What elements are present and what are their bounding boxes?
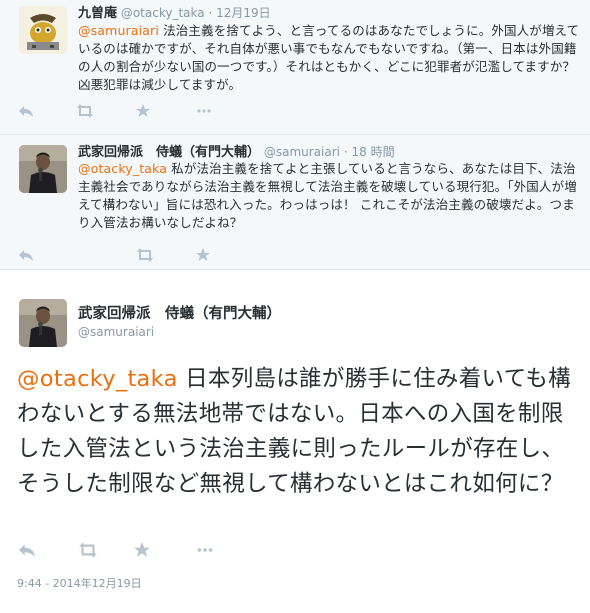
reply-icon[interactable] bbox=[18, 542, 36, 562]
username[interactable]: @samuraiari bbox=[78, 325, 154, 339]
display-name[interactable]: 武家回帰派 侍蟻（有門大輔） bbox=[78, 145, 260, 160]
reply-icon[interactable] bbox=[18, 247, 34, 266]
username[interactable]: @otacky_taka bbox=[121, 6, 205, 20]
display-name[interactable]: 九曽庵 bbox=[78, 6, 117, 21]
retweet-icon[interactable] bbox=[134, 247, 156, 266]
more-icon[interactable] bbox=[196, 542, 214, 562]
tweet-actions bbox=[0, 542, 260, 564]
retweet-icon[interactable] bbox=[74, 103, 96, 122]
tweet-text: @samuraiari 法治主義を捨てよう、と言ってるのはあなたでしょうに。外国… bbox=[78, 22, 582, 94]
tweet-actions bbox=[0, 247, 260, 267]
tweet-actions bbox=[0, 103, 260, 123]
star-icon[interactable] bbox=[196, 247, 210, 266]
timestamp-link[interactable]: 18 時間 bbox=[351, 145, 394, 159]
tweet-timestamp[interactable]: 9:44 - 2014年12月19日 bbox=[17, 575, 142, 591]
separator: · bbox=[208, 6, 213, 20]
display-name[interactable]: 武家回帰派 侍蟻（有門大輔） bbox=[78, 302, 281, 323]
avatar[interactable] bbox=[19, 299, 67, 347]
tweet-text: @otacky_taka 私が法治主義を捨てよと主張していると言うなら、あなたは… bbox=[78, 160, 582, 232]
star-icon[interactable] bbox=[134, 542, 150, 562]
reply-icon[interactable] bbox=[18, 103, 34, 122]
separator: · bbox=[343, 145, 348, 159]
star-icon[interactable] bbox=[136, 103, 150, 122]
mention-link[interactable]: @otacky_taka bbox=[17, 366, 178, 392]
tweet-header: 九曽庵 @otacky_taka · 12月19日 bbox=[78, 5, 580, 22]
retweet-icon[interactable] bbox=[76, 542, 100, 562]
timestamp-link[interactable]: 12月19日 bbox=[216, 6, 271, 20]
more-icon[interactable] bbox=[196, 103, 212, 122]
avatar[interactable] bbox=[19, 145, 67, 193]
mention-link[interactable]: @samuraiari bbox=[78, 23, 159, 38]
tweet-header: 武家回帰派 侍蟻（有門大輔） @samuraiari · 18 時間 bbox=[78, 144, 580, 161]
avatar[interactable] bbox=[19, 6, 67, 54]
tweet-text: @otacky_taka 日本列島は誰が勝手に住み着いても構わないとする無法地帯… bbox=[17, 362, 582, 502]
main-tweet: 武家回帰派 侍蟻（有門大輔） @samuraiari @otacky_taka … bbox=[0, 270, 590, 613]
mention-link[interactable]: @otacky_taka bbox=[78, 161, 167, 176]
reply-tweet[interactable]: 武家回帰派 侍蟻（有門大輔） @samuraiari · 18 時間 @otac… bbox=[0, 135, 590, 270]
reply-tweet[interactable]: 九曽庵 @otacky_taka · 12月19日 @samuraiari 法治… bbox=[0, 0, 590, 135]
username[interactable]: @samuraiari bbox=[264, 145, 340, 159]
